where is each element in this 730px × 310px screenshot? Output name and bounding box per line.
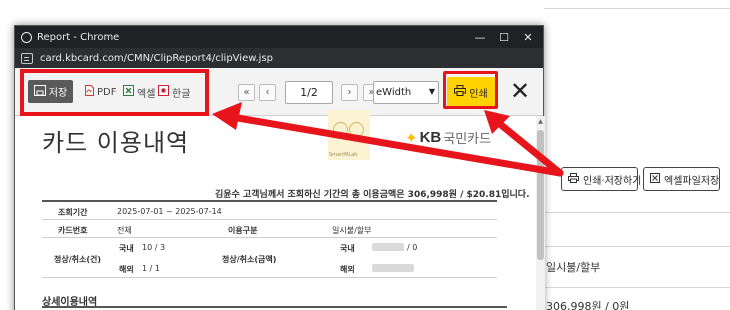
table-row: 조회기간 2025-07-01 ~ 2025-07-14 — [42, 202, 497, 220]
report-title: 카드 이용내역 — [42, 129, 190, 157]
redacted-amount — [372, 264, 414, 272]
background-divider-low — [544, 246, 730, 247]
close-window-icon[interactable]: ✕ — [511, 26, 545, 48]
count-label: 정상/취소(건) — [54, 255, 102, 264]
overseas-count: 1 / 1 — [142, 264, 160, 273]
zoom-select[interactable]: eWidth ▼ — [373, 81, 439, 104]
scroll-up-icon[interactable]: ▲ — [536, 118, 545, 125]
domestic-label: 국내 — [119, 244, 134, 253]
overseas-amount-label: 해외 — [340, 265, 355, 274]
highlight-box-print — [443, 71, 498, 109]
printer-icon — [568, 172, 579, 186]
redacted-amount — [372, 243, 404, 251]
next-page-button[interactable]: › — [341, 84, 358, 101]
vertical-scrollbar[interactable]: ▲ — [536, 116, 545, 310]
usage-type-value: 일시불/할부 — [332, 226, 372, 235]
period-value: 2025-07-01 ~ 2025-07-14 — [117, 207, 222, 216]
detail-divider — [42, 306, 507, 308]
scroll-thumb[interactable] — [537, 130, 544, 260]
kb-logo-korean: 국민카드 — [443, 132, 492, 147]
table-row: 정상/취소(건) 국내 10 / 3 해외 1 / 1 정상/취소(금액) 국내… — [42, 238, 497, 278]
chevron-down-icon: ▼ — [428, 87, 435, 96]
close-icon[interactable]: ✕ — [508, 79, 532, 104]
window-titlebar: Report - Chrome — ☐ ✕ — [15, 26, 543, 48]
highlight-box-save-group — [20, 69, 209, 116]
url-text: card.kbcard.com/CMN/ClipReport4/clipView… — [40, 52, 273, 64]
print-save-button[interactable]: 인쇄·저장하기 — [561, 167, 642, 191]
query-info-table: 조회기간 2025-07-01 ~ 2025-07-14 카드번호 전체 이용구… — [42, 200, 497, 278]
background-usage-type: 일시불/할부 — [546, 261, 601, 274]
zoom-value: eWidth — [376, 87, 412, 98]
background-divider-bottom — [544, 287, 730, 288]
site-info-icon[interactable] — [21, 52, 33, 64]
kb-star-icon: ✦ — [405, 128, 418, 147]
kb-logo-text: KB — [419, 129, 442, 146]
card-number-value: 전체 — [117, 226, 132, 235]
period-label: 조회기간 — [58, 208, 88, 217]
first-page-button[interactable]: « — [238, 84, 255, 101]
excel-icon — [650, 172, 660, 186]
domestic-amount-suffix: / 0 — [407, 243, 418, 252]
amount-label: 정상/취소(금액) — [222, 255, 277, 264]
background-amount: 306,998원 / 0원 — [546, 300, 630, 310]
page-number-input[interactable] — [285, 81, 333, 104]
overseas-label: 해외 — [119, 265, 134, 274]
background-divider-top — [544, 8, 730, 9]
excel-file-save-button[interactable]: 엑셀파일저장 — [643, 167, 720, 191]
window-title: Report - Chrome — [37, 31, 120, 43]
card-number-label: 카드번호 — [58, 226, 88, 235]
excel-file-save-label: 엑셀파일저장 — [664, 175, 720, 187]
usage-type-label: 이용구분 — [228, 226, 258, 235]
domestic-count: 10 / 3 — [142, 243, 166, 252]
domestic-amount-label: 국내 — [340, 244, 355, 253]
table-row: 카드번호 전체 이용구분 일시불/할부 — [42, 220, 497, 238]
print-save-label: 인쇄·저장하기 — [583, 175, 642, 187]
background-divider-mid — [544, 212, 730, 213]
chrome-icon — [21, 31, 32, 43]
prev-page-button[interactable]: ‹ — [259, 84, 276, 101]
address-bar[interactable]: card.kbcard.com/CMN/ClipReport4/clipView… — [15, 48, 543, 68]
usage-summary: 김윤수 고객님께서 조회하신 기간의 총 이용금액은 306,998원 / $2… — [215, 190, 530, 200]
watermark-label: SmartMLab — [329, 152, 358, 158]
kb-card-logo: ✦ KB 국민카드 — [405, 128, 492, 148]
